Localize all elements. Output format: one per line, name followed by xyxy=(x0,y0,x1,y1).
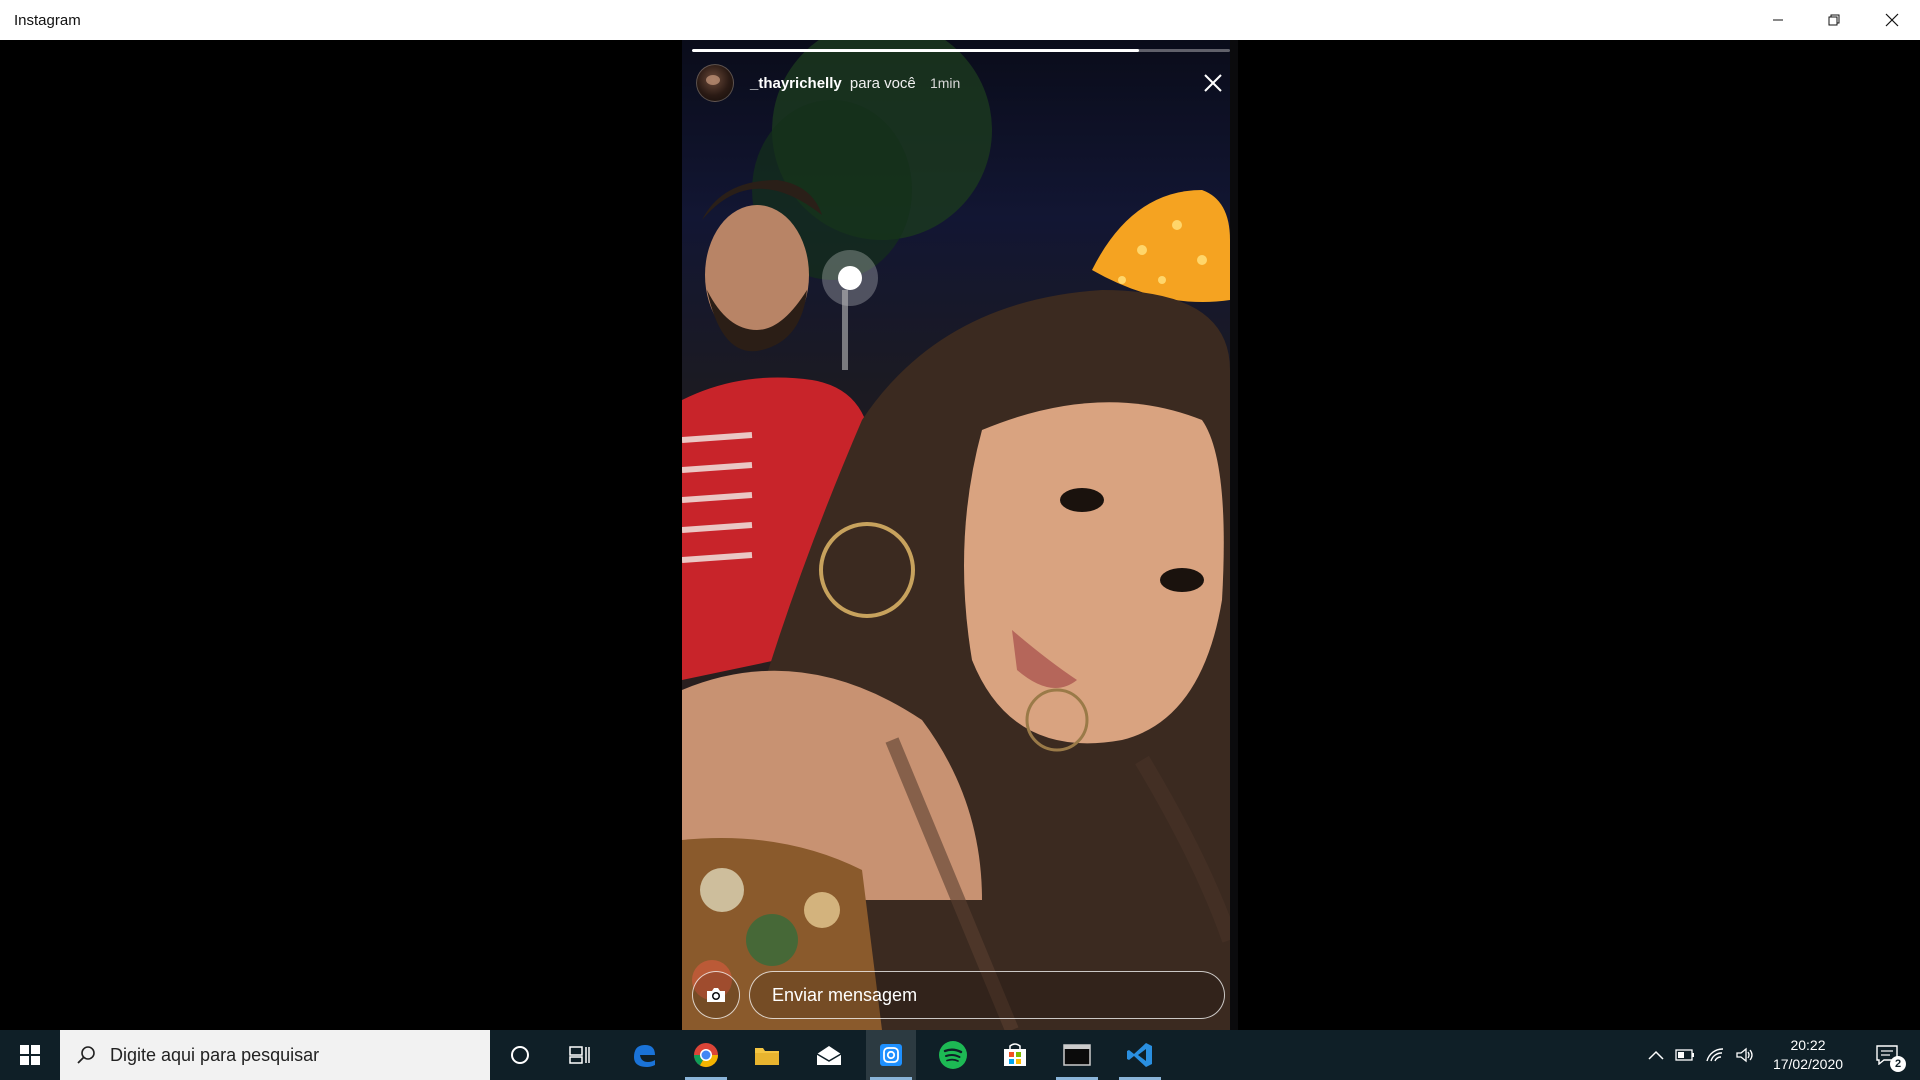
story-photo xyxy=(682,40,1230,1030)
file-explorer-icon xyxy=(755,1048,779,1065)
cortana-button[interactable] xyxy=(495,1030,545,1080)
search-icon xyxy=(77,1046,95,1064)
mail-icon xyxy=(816,1046,842,1065)
spotify-button[interactable] xyxy=(928,1030,978,1080)
story-timestamp: 1min xyxy=(929,74,961,91)
taskbar-clock[interactable]: 20:22 17/02/2020 xyxy=(1760,1030,1856,1080)
story-user-line: _thayrichelly para você 1min xyxy=(750,75,960,92)
spotify-icon xyxy=(939,1041,967,1069)
story-progress-fill xyxy=(692,49,1139,52)
edge-icon xyxy=(634,1045,655,1067)
file-explorer-button[interactable] xyxy=(742,1030,792,1080)
vscode-button[interactable] xyxy=(1115,1030,1165,1080)
clock-time: 20:22 xyxy=(1790,1037,1826,1053)
close-window-button[interactable] xyxy=(1864,0,1920,40)
notification-count-badge: 2 xyxy=(1890,1056,1906,1072)
clock-date: 17/02/2020 xyxy=(1772,1056,1844,1072)
chrome-button[interactable] xyxy=(681,1030,731,1080)
story-username[interactable]: _thayrichelly xyxy=(750,75,842,92)
task-view-icon xyxy=(569,1046,590,1064)
volume-icon xyxy=(1736,1047,1753,1063)
volume-button[interactable] xyxy=(1732,1030,1758,1080)
store-button[interactable] xyxy=(990,1030,1040,1080)
taskbar: Digite aqui para pesquisar 20:22 17/02/2… xyxy=(0,1030,1920,1080)
story-reply-bar xyxy=(692,970,1228,1020)
mail-button[interactable] xyxy=(804,1030,854,1080)
instagram-taskbar-button[interactable] xyxy=(866,1030,916,1080)
minimize-icon xyxy=(1773,19,1783,21)
camera-button[interactable] xyxy=(692,971,740,1019)
task-view-button[interactable] xyxy=(555,1030,605,1080)
avatar[interactable] xyxy=(696,64,734,102)
terminal-icon xyxy=(1063,1044,1091,1066)
battery-button[interactable] xyxy=(1672,1030,1698,1080)
story-audience: para você xyxy=(849,74,916,92)
close-icon xyxy=(1204,74,1222,92)
story-header: _thayrichelly para você 1min xyxy=(696,62,1216,104)
message-input[interactable] xyxy=(749,971,1225,1019)
story-photo-illustration xyxy=(682,40,1230,1030)
wifi-icon xyxy=(1706,1048,1724,1062)
close-icon xyxy=(1885,13,1899,27)
restore-icon xyxy=(1828,14,1840,26)
story-viewer: _thayrichelly para você 1min xyxy=(682,40,1238,1030)
taskbar-search[interactable]: Digite aqui para pesquisar xyxy=(60,1030,490,1080)
main-area: _thayrichelly para você 1min xyxy=(0,40,1920,1030)
cortana-icon xyxy=(511,1046,529,1064)
search-placeholder: Digite aqui para pesquisar xyxy=(110,1044,320,1065)
chrome-icon xyxy=(694,1043,718,1068)
close-story-button[interactable] xyxy=(1198,68,1228,98)
window-title: Instagram xyxy=(14,11,81,29)
restore-button[interactable] xyxy=(1806,0,1862,40)
wifi-button[interactable] xyxy=(1702,1030,1728,1080)
minimize-button[interactable] xyxy=(1750,0,1806,40)
store-icon xyxy=(1004,1043,1026,1066)
start-button[interactable] xyxy=(0,1030,60,1080)
edge-button[interactable] xyxy=(619,1030,669,1080)
action-center-button[interactable]: 2 xyxy=(1862,1030,1912,1080)
story-progress-bar xyxy=(692,49,1230,52)
vscode-icon xyxy=(1127,1043,1152,1067)
chevron-up-icon xyxy=(1648,1050,1664,1060)
show-hidden-icons-button[interactable] xyxy=(1644,1030,1668,1080)
title-bar: Instagram xyxy=(0,0,1920,40)
battery-icon xyxy=(1675,1049,1694,1061)
terminal-button[interactable] xyxy=(1052,1030,1102,1080)
instagram-icon xyxy=(880,1044,902,1066)
windows-icon xyxy=(20,1045,40,1065)
camera-icon xyxy=(707,988,725,1002)
